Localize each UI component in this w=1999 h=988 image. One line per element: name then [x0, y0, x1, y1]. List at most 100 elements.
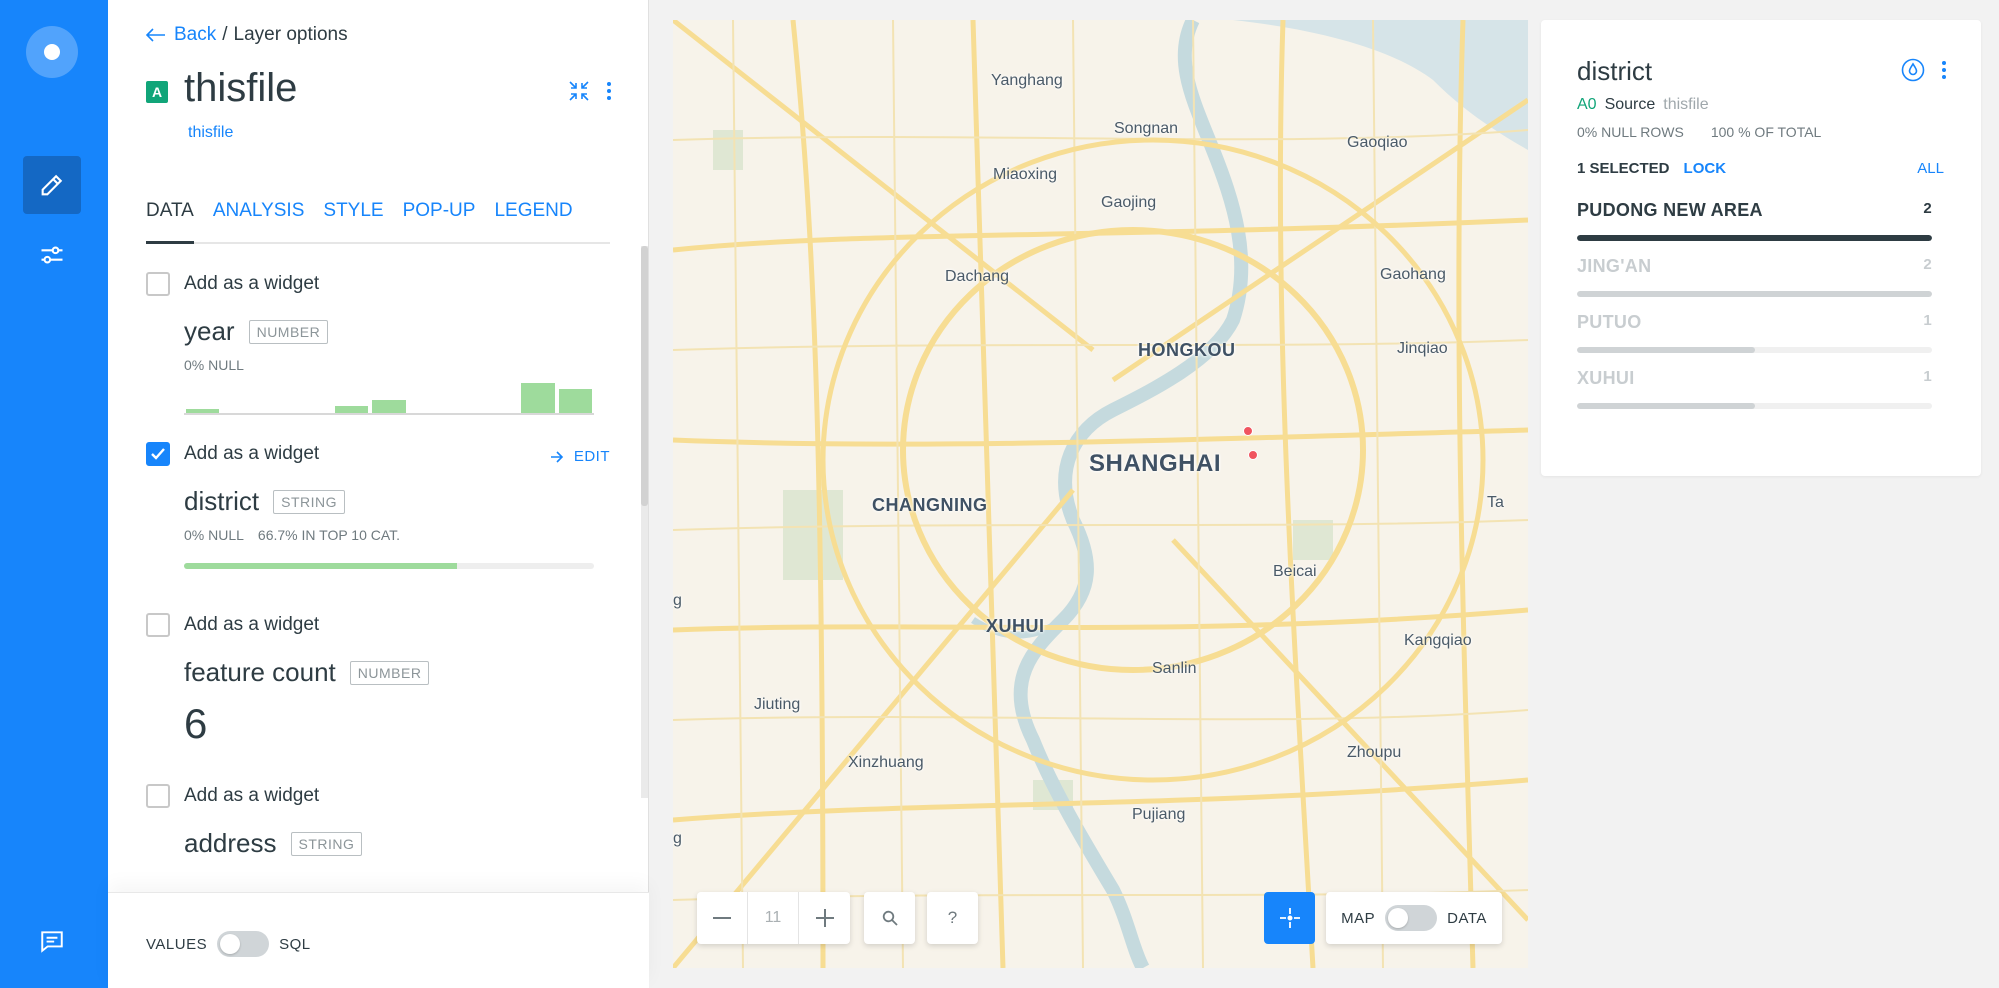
feedback-button[interactable]: [23, 912, 81, 970]
map-label: Gaohang: [1380, 266, 1446, 283]
field-name-row: feature count NUMBER: [184, 657, 610, 688]
search-button[interactable]: [864, 892, 915, 944]
zoom-in-button[interactable]: [799, 892, 850, 944]
color-drop-icon[interactable]: [1901, 58, 1925, 82]
map-label: CHANGNING: [872, 495, 988, 515]
checkbox-label: Add as a widget: [184, 785, 320, 806]
category-fill: [1577, 347, 1755, 353]
map-point[interactable]: [1243, 426, 1253, 436]
null-stat: 0% NULL: [184, 527, 244, 543]
edit-widget-link[interactable]: EDIT: [550, 448, 610, 465]
layer-options-panel: Back / Layer options A thisfile thisfile…: [108, 0, 649, 988]
category-fill: [1577, 291, 1932, 297]
widget-toggle-row: Add as a widget: [146, 272, 610, 296]
layer-header-actions: [568, 80, 612, 102]
widget-stats: 0% NULL ROWS 100 % OF TOTAL: [1577, 124, 1821, 140]
scrollbar-thumb[interactable]: [641, 246, 648, 506]
field-year: Add as a widget year NUMBER 0% NULL: [146, 272, 610, 415]
more-options-icon[interactable]: [606, 80, 612, 102]
category-bar: [184, 563, 594, 569]
widget-source: A0 Source thisfile: [1577, 96, 1709, 114]
panel-scrollbar[interactable]: [641, 246, 648, 798]
add-widget-checkbox[interactable]: [146, 272, 170, 296]
category-item[interactable]: JING'AN 2: [1577, 256, 1932, 297]
map-label: XUHUI: [986, 616, 1045, 636]
sliders-icon: [41, 246, 63, 264]
collapse-icon[interactable]: [568, 80, 590, 102]
edit-mode-button[interactable]: [23, 156, 81, 214]
more-options-icon[interactable]: [1941, 59, 1947, 81]
settings-button[interactable]: [23, 226, 81, 284]
map-label: Beicai: [1273, 563, 1317, 580]
add-widget-checkbox[interactable]: [146, 442, 170, 466]
category-track: [1577, 347, 1932, 353]
layer-badge: A: [146, 80, 168, 103]
logo-icon[interactable]: [26, 26, 78, 78]
histogram-bar: [372, 399, 406, 413]
map-label: Xinzhuang: [848, 754, 924, 771]
widget-actions: [1901, 58, 1947, 82]
category-bar-fill: [184, 563, 458, 569]
category-track: [1577, 235, 1932, 241]
field-stats: 0% NULL 66.7% IN TOP 10 CAT.: [184, 527, 610, 543]
category-widget: district A0 Source thisfile 0% NULL ROWS…: [1541, 20, 1981, 476]
layer-source-link[interactable]: thisfile: [188, 124, 233, 142]
lock-button[interactable]: LOCK: [1684, 160, 1727, 177]
add-widget-checkbox[interactable]: [146, 613, 170, 637]
layer-badge: A0: [1577, 96, 1597, 113]
widget-toggle-row: Add as a widget: [146, 613, 610, 637]
category-row: PUDONG NEW AREA 2: [1577, 200, 1932, 221]
category-count: 1: [1923, 312, 1932, 329]
back-label: Back: [174, 24, 217, 45]
tab-popup[interactable]: POP-UP: [403, 196, 476, 244]
field-district: Add as a widget EDIT district STRING 0% …: [146, 442, 610, 569]
selected-count: 1 SELECTED: [1577, 160, 1670, 177]
feature-selection-button[interactable]: [1264, 892, 1315, 944]
help-icon: ?: [947, 908, 958, 927]
sql-label: SQL: [279, 935, 311, 953]
map-label: Gaoqiao: [1347, 134, 1408, 151]
category-track: [1577, 403, 1932, 409]
layer-title[interactable]: thisfile: [184, 66, 297, 111]
values-sql-toggle[interactable]: [217, 931, 270, 957]
layer-header: A thisfile: [146, 66, 297, 111]
category-name: PUTUO: [1577, 312, 1642, 332]
tab-data[interactable]: DATA: [146, 196, 194, 244]
add-widget-checkbox[interactable]: [146, 784, 170, 808]
plus-icon: [815, 909, 834, 927]
category-row: PUTUO 1: [1577, 312, 1932, 333]
zoom-out-button[interactable]: [697, 892, 748, 944]
field-value: 6: [184, 700, 208, 747]
tab-analysis[interactable]: ANALYSIS: [213, 196, 305, 244]
tab-legend[interactable]: LEGEND: [494, 196, 572, 244]
category-count: 2: [1923, 256, 1932, 273]
histogram-bar: [521, 383, 555, 413]
field-name-row: address STRING: [184, 828, 610, 859]
breadcrumb: Back / Layer options: [146, 24, 348, 46]
map-canvas[interactable]: Yanghang Songnan Gaoqiao Miaoxing Gaojin…: [673, 20, 1528, 968]
tab-style[interactable]: STYLE: [323, 196, 383, 244]
zoom-control: 11: [697, 892, 850, 944]
select-all-button[interactable]: ALL: [1917, 160, 1944, 177]
fields-list[interactable]: Add as a widget year NUMBER 0% NULL Add …: [108, 246, 649, 888]
map-label: Zhoupu: [1347, 744, 1402, 761]
values-label: VALUES: [146, 935, 208, 953]
check-icon: [151, 448, 165, 460]
zoom-level: 11: [748, 892, 799, 944]
field-type-tag: NUMBER: [248, 319, 329, 344]
help-button[interactable]: ?: [927, 892, 978, 944]
map-label: Dachang: [945, 268, 1010, 285]
back-link[interactable]: Back: [146, 24, 216, 46]
map-label: HONGKOU: [1138, 340, 1236, 360]
category-item[interactable]: XUHUI 1: [1577, 368, 1932, 409]
map-data-toggle[interactable]: [1385, 905, 1438, 931]
checkbox-label: Add as a widget: [184, 273, 320, 294]
category-item[interactable]: PUDONG NEW AREA 2: [1577, 200, 1932, 241]
arrow-left-icon: [146, 28, 165, 42]
category-item[interactable]: PUTUO 1: [1577, 312, 1932, 353]
map-point[interactable]: [1248, 450, 1258, 460]
category-name: XUHUI: [1577, 368, 1635, 388]
total-stat: 100 % OF TOTAL: [1710, 124, 1822, 140]
field-name: district: [184, 486, 260, 516]
category-name: JING'AN: [1577, 256, 1652, 276]
